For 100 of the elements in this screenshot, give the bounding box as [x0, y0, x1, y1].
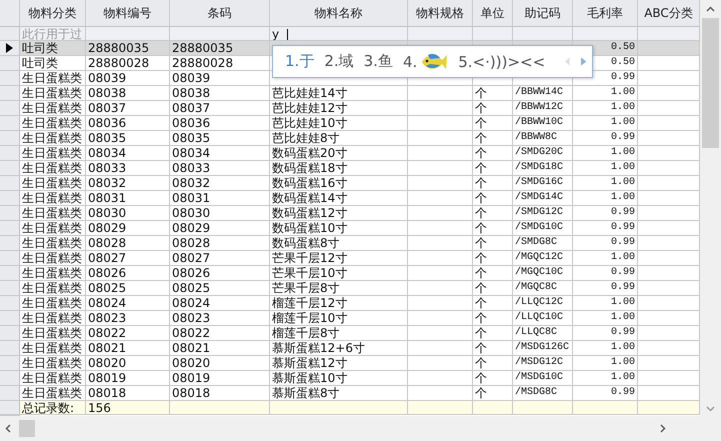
table-cell: 慕斯蛋糕8寸: [270, 386, 408, 401]
table-cell: 08027: [86, 251, 170, 266]
filter-field[interactable]: [473, 27, 513, 41]
table-cell: [408, 176, 473, 191]
table-cell: 榴莲千层10寸: [270, 311, 408, 326]
table-cell: 慕斯蛋糕10寸: [270, 371, 408, 386]
table-cell: 08034: [170, 146, 270, 161]
table-cell: 08038: [86, 86, 170, 101]
filter-field[interactable]: [638, 27, 700, 41]
table-cell: 08037: [170, 101, 270, 116]
table-cell: 芭比娃娃10寸: [270, 116, 408, 131]
filter-field[interactable]: [408, 27, 473, 41]
table-cell: 个: [473, 101, 513, 116]
scroll-up-icon[interactable]: [706, 6, 715, 12]
table-cell: 慕斯蛋糕12寸: [270, 356, 408, 371]
row-header[interactable]: [0, 41, 20, 56]
table-cell: 生日蛋糕类: [20, 296, 86, 311]
ime-candidate[interactable]: 5.<·)))><<: [458, 52, 546, 70]
ime-candidate[interactable]: 3.鱼: [364, 52, 393, 71]
column-header[interactable]: 单位: [473, 0, 513, 27]
table-cell: [638, 221, 700, 236]
table-cell: /SMDG16C: [513, 176, 573, 191]
table-cell: 1.00: [573, 191, 638, 206]
table-cell: 08025: [170, 281, 270, 296]
table-cell: 28880035: [170, 41, 270, 56]
horizontal-scrollbar[interactable]: [0, 416, 721, 441]
table-cell: 生日蛋糕类: [20, 206, 86, 221]
table-cell: 08031: [170, 191, 270, 206]
filter-field[interactable]: [573, 27, 638, 41]
table-cell: [408, 401, 473, 415]
column-header[interactable]: 毛利率: [573, 0, 638, 27]
table-cell: 芭比娃娃12寸: [270, 101, 408, 116]
vertical-scrollbar[interactable]: [700, 0, 721, 416]
table-cell: [638, 401, 700, 415]
table-cell: [408, 386, 473, 401]
table-cell: 08019: [86, 371, 170, 386]
table-cell: 个: [473, 281, 513, 296]
ime-candidate[interactable]: 4.: [402, 50, 448, 72]
table-cell: [408, 146, 473, 161]
table-cell: 个: [473, 86, 513, 101]
table-cell: 08026: [170, 266, 270, 281]
filter-field[interactable]: [513, 27, 573, 41]
table-cell: 08030: [86, 206, 170, 221]
filter-field[interactable]: [86, 27, 170, 41]
table-cell: 数码蛋糕18寸: [270, 161, 408, 176]
scroll-down-icon[interactable]: [706, 406, 715, 412]
table-cell: 个: [473, 116, 513, 131]
table-cell: 1.00: [573, 356, 638, 371]
table-cell: 芒果千层10寸: [270, 266, 408, 281]
table-cell: 08020: [86, 356, 170, 371]
table-cell: [638, 296, 700, 311]
table-cell: 0.99: [573, 206, 638, 221]
table-cell: 生日蛋糕类: [20, 236, 86, 251]
scrollbar-thumb[interactable]: [702, 18, 719, 148]
table-cell: 08026: [86, 266, 170, 281]
table-cell: 08021: [170, 341, 270, 356]
table-cell: 个: [473, 251, 513, 266]
table-cell: 总记录数:: [20, 401, 86, 415]
scroll-right-icon[interactable]: [660, 424, 666, 433]
table-cell: /MSDG126C: [513, 341, 573, 356]
table-cell: 个: [473, 131, 513, 146]
table-cell: 1.00: [573, 116, 638, 131]
scroll-left-icon[interactable]: [5, 424, 11, 433]
ime-candidate[interactable]: 1.于: [285, 52, 314, 71]
table-cell: 08029: [170, 221, 270, 236]
column-header[interactable]: 物料规格: [408, 0, 473, 27]
table-cell: 08024: [170, 296, 270, 311]
table-cell: /MSDG10C: [513, 371, 573, 386]
column-header[interactable]: 物料名称: [270, 0, 408, 27]
table-cell: 个: [473, 146, 513, 161]
table-cell: /SMDG8C: [513, 236, 573, 251]
table-cell: 生日蛋糕类: [20, 101, 86, 116]
table-cell: 08019: [170, 371, 270, 386]
scrollbar-thumb[interactable]: [19, 420, 35, 437]
table-cell: 0.99: [573, 266, 638, 281]
table-cell: 1.00: [573, 371, 638, 386]
table-cell: 数码蛋糕14寸: [270, 191, 408, 206]
table-cell: 生日蛋糕类: [20, 371, 86, 386]
column-header[interactable]: ABC分类: [638, 0, 700, 27]
next-page-icon[interactable]: [580, 57, 586, 66]
ime-candidate[interactable]: 2.域: [324, 52, 354, 71]
column-header[interactable]: 物料分类: [20, 0, 86, 27]
table-cell: /SMDG20C: [513, 146, 573, 161]
table-cell: /BBWW14C: [513, 86, 573, 101]
table-cell: 个: [473, 161, 513, 176]
filter-field[interactable]: [170, 27, 270, 41]
column-header[interactable]: 物料编号: [86, 0, 170, 27]
column-header[interactable]: 助记码: [513, 0, 573, 27]
table-cell: [408, 371, 473, 386]
table-cell: 08029: [86, 221, 170, 236]
table-cell: 个: [473, 266, 513, 281]
table-cell: 08023: [170, 311, 270, 326]
column-header[interactable]: 条码: [170, 0, 270, 27]
table-cell: /LLQC10C: [513, 311, 573, 326]
table-cell: 08037: [86, 101, 170, 116]
table-cell: [638, 341, 700, 356]
table-cell: 吐司类: [20, 41, 86, 56]
table-cell: 08033: [86, 161, 170, 176]
table-cell: 数码蛋糕10寸: [270, 221, 408, 236]
table-cell: 数码蛋糕8寸: [270, 236, 408, 251]
